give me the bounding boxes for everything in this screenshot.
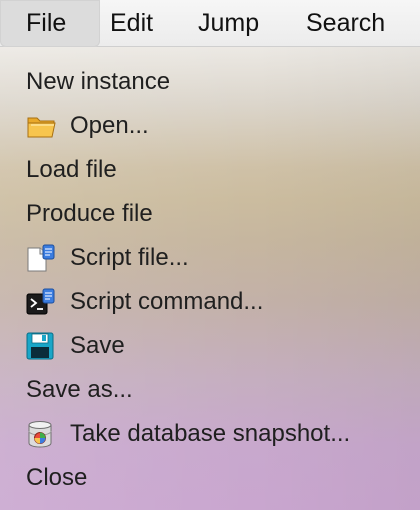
script-file-icon — [26, 244, 58, 272]
menu-item-open[interactable]: Open... — [0, 104, 420, 148]
menu-item-take-database-snapshot[interactable]: Take database snapshot... — [0, 412, 420, 456]
menu-edit[interactable]: Edit — [110, 0, 153, 47]
menu-item-label: Script command... — [70, 288, 264, 315]
file-menu-dropdown: New instance Open... Load file Produce f… — [0, 47, 420, 510]
menu-edit-label: Edit — [110, 9, 154, 37]
folder-icon — [26, 112, 58, 140]
menu-item-label: Save as... — [26, 376, 133, 403]
menu-item-label: Close — [26, 464, 88, 491]
menu-item-label: Produce file — [26, 200, 153, 227]
menu-search[interactable]: Search — [306, 0, 385, 47]
menu-item-close[interactable]: Close — [0, 456, 420, 500]
menu-item-produce-file[interactable]: Produce file — [0, 192, 420, 236]
script-command-icon — [26, 288, 58, 316]
menu-item-load-file[interactable]: Load file — [0, 148, 420, 192]
menu-bar: File Edit Jump Search — [0, 0, 420, 47]
menu-item-label: Script file... — [70, 244, 189, 271]
menu-item-save-as[interactable]: Save as... — [0, 368, 420, 412]
menu-jump[interactable]: Jump — [198, 0, 259, 47]
menu-item-script-command[interactable]: Script command... — [0, 280, 420, 324]
floppy-disk-icon — [26, 332, 58, 360]
database-snapshot-icon — [26, 420, 58, 448]
menu-item-label: New instance — [26, 68, 171, 95]
menu-item-label: Take database snapshot... — [70, 420, 351, 447]
menu-file[interactable]: File — [0, 0, 100, 47]
menu-item-save[interactable]: Save — [0, 324, 420, 368]
menu-item-new-instance[interactable]: New instance — [0, 60, 420, 104]
menu-jump-label: Jump — [198, 9, 260, 37]
menu-search-label: Search — [306, 9, 386, 37]
menu-file-label: File — [26, 9, 67, 37]
menu-item-label: Save — [70, 332, 125, 359]
menu-item-label: Load file — [26, 156, 117, 183]
menu-item-label: Open... — [70, 112, 149, 139]
menu-item-script-file[interactable]: Script file... — [0, 236, 420, 280]
